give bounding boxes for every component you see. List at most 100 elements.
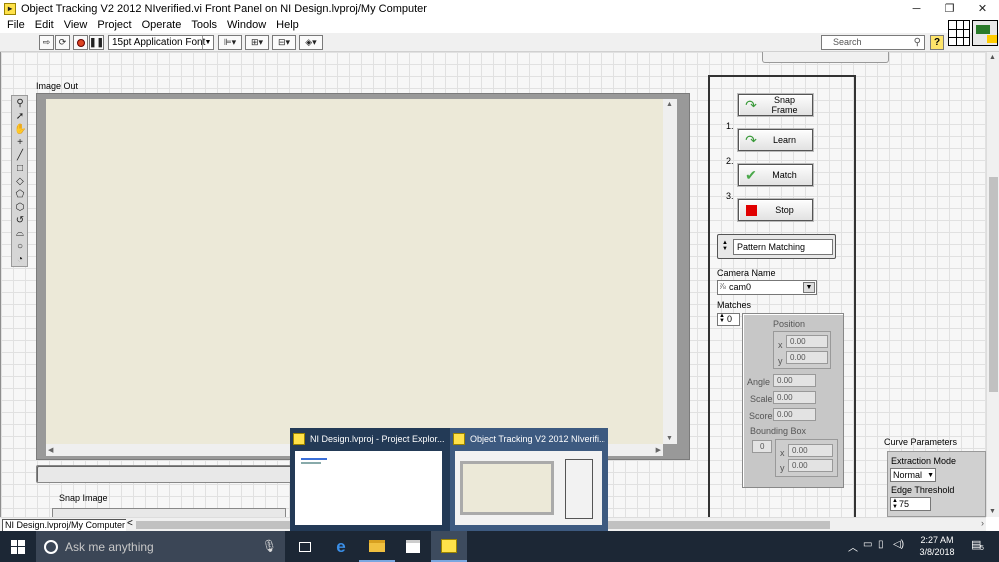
menu-view[interactable]: View xyxy=(59,19,93,31)
run-continuously-icon: ⟳ xyxy=(58,37,67,47)
bbox-y-field: 0.00 xyxy=(788,459,833,472)
window-vertical-scrollbar[interactable]: ▲ ▼ xyxy=(986,52,999,517)
window-title: Object Tracking V2 2012 NIverified.vi Fr… xyxy=(21,2,427,15)
menu-project[interactable]: Project xyxy=(92,19,136,31)
scroll-left-icon[interactable]: ◀ xyxy=(48,446,53,454)
search-input[interactable]: Search ⚲ xyxy=(821,35,925,50)
image-vertical-scrollbar[interactable]: ▲ ▼ xyxy=(663,99,677,444)
toolbar: ⇨ ⟳ ❚❚ 15pt Application Font ▼ ⊫▾ ⊞▾ ⊟▾ ◈… xyxy=(0,33,999,52)
rectangle-tool-icon[interactable]: □ xyxy=(14,163,26,175)
freehand-tool-icon[interactable]: ↺ xyxy=(14,215,26,227)
match-button[interactable]: ✔ Match xyxy=(738,164,813,186)
menu-file[interactable]: File xyxy=(2,19,30,31)
menu-operate[interactable]: Operate xyxy=(137,19,187,31)
scroll-down-icon[interactable]: ▼ xyxy=(989,508,996,515)
start-button[interactable] xyxy=(0,531,36,562)
extraction-mode-select[interactable]: Normal ▼ xyxy=(890,468,936,482)
pause-button[interactable]: ❚❚ xyxy=(89,35,104,50)
vi-icon[interactable] xyxy=(972,20,998,46)
file-explorer-button[interactable] xyxy=(359,531,395,562)
increment-decrement-icon[interactable]: ▲ ▼ xyxy=(720,240,730,253)
thumbnail-title: NI Design.lvproj - Project Explor... xyxy=(310,434,445,444)
scroll-left-icon[interactable]: < xyxy=(127,518,133,529)
show-hidden-icons[interactable]: ︿ xyxy=(848,539,858,554)
camera-name-select[interactable]: ⅞ cam0 ▼ xyxy=(717,280,817,295)
image-out-display[interactable] xyxy=(46,99,663,444)
clock[interactable]: 2:27 AM 3/8/2018 xyxy=(912,534,962,558)
oval-tool-icon[interactable]: ○ xyxy=(14,241,26,253)
score-field: 0.00 xyxy=(773,408,816,421)
pan-tool-icon[interactable]: ✋ xyxy=(14,124,26,136)
resize-objects-button[interactable]: ⊟▾ xyxy=(272,35,296,50)
menu-tools[interactable]: Tools xyxy=(186,19,222,31)
thumbnail-object-tracking[interactable]: Object Tracking V2 2012 NIverifi... xyxy=(450,428,608,531)
menu-edit[interactable]: Edit xyxy=(30,19,59,31)
step-1-label: 1. xyxy=(726,121,734,131)
connector-pane-icon[interactable] xyxy=(948,20,970,46)
store-bag-icon xyxy=(406,540,420,553)
title-bar: ▸ Object Tracking V2 2012 NIverified.vi … xyxy=(0,0,999,17)
store-button[interactable] xyxy=(395,531,431,562)
scroll-right-icon[interactable]: ▶ xyxy=(656,446,661,454)
minimize-button[interactable]: ─ xyxy=(900,0,933,17)
clock-time: 2:27 AM xyxy=(920,535,954,545)
line-tool-icon[interactable]: ╱ xyxy=(14,150,26,162)
reorder-button[interactable]: ◈▾ xyxy=(299,35,323,50)
scale-field: 0.00 xyxy=(773,391,816,404)
abort-button[interactable] xyxy=(73,35,88,50)
close-button[interactable]: ✕ xyxy=(966,0,999,17)
run-continuously-button[interactable]: ⟳ xyxy=(55,35,70,50)
font-selector[interactable]: 15pt Application Font ▼ xyxy=(108,35,214,50)
broken-line-tool-icon[interactable]: ⌓ xyxy=(14,228,26,240)
thumbnail-preview xyxy=(455,451,602,525)
scroll-up-icon[interactable]: ▲ xyxy=(989,54,996,61)
rotated-rectangle-tool-icon[interactable]: ◇ xyxy=(14,176,26,188)
zoom-tool-icon[interactable]: ⚲ xyxy=(14,98,26,110)
increment-decrement-icon[interactable]: ▲ ▼ xyxy=(719,313,725,324)
thumbnail-project-explorer[interactable]: NI Design.lvproj - Project Explor... xyxy=(290,428,448,531)
labview-taskbar-button[interactable] xyxy=(431,531,467,562)
maximize-button[interactable]: ❐ xyxy=(933,0,966,17)
scroll-right-icon[interactable]: › xyxy=(981,518,984,528)
top-control-edge xyxy=(762,52,889,63)
polygon-tool-icon[interactable]: ⬡ xyxy=(14,202,26,214)
restore-icon: ❐ xyxy=(944,3,955,15)
increment-decrement-icon[interactable]: ▲ ▼ xyxy=(892,498,898,510)
distribute-objects-icon: ⊞▾ xyxy=(250,37,264,47)
network-icon[interactable]: ▭ xyxy=(863,539,872,550)
scrollbar-thumb[interactable] xyxy=(989,177,998,392)
annulus-tool-icon[interactable]: ◔ xyxy=(14,254,26,266)
volume-icon[interactable]: ◁) xyxy=(893,539,904,550)
run-button[interactable]: ⇨ xyxy=(39,35,54,50)
pointer-tool-icon[interactable]: ➚ xyxy=(14,111,26,123)
clock-date: 3/8/2018 xyxy=(919,547,955,557)
search-icon: ⚲ xyxy=(913,37,921,48)
microphone-icon[interactable]: 🎙 xyxy=(262,539,277,553)
matches-index[interactable]: ▲ ▼ 0 xyxy=(717,313,740,326)
scroll-up-icon[interactable]: ▲ xyxy=(666,101,673,108)
point-tool-icon[interactable]: + xyxy=(14,137,26,149)
snap-frame-button[interactable]: ↷ Snap Frame xyxy=(738,94,813,116)
edge-browser-button[interactable]: e xyxy=(323,531,359,562)
distribute-objects-button[interactable]: ⊞▾ xyxy=(245,35,269,50)
edge-threshold-value: 75 xyxy=(899,499,910,509)
oval-rotated-tool-icon[interactable]: ⬠ xyxy=(14,189,26,201)
context-help-button[interactable]: ? xyxy=(930,35,944,50)
match-label: Match xyxy=(772,170,797,180)
battery-icon[interactable]: ▯ xyxy=(878,539,884,550)
position-y-field: 0.00 xyxy=(786,351,828,364)
edge-threshold-input[interactable]: ▲ ▼ 75 xyxy=(890,497,931,511)
align-objects-button[interactable]: ⊫▾ xyxy=(218,35,242,50)
menu-help[interactable]: Help xyxy=(271,19,304,31)
menu-window[interactable]: Window xyxy=(222,19,271,31)
menu-bar: File Edit View Project Operate Tools Win… xyxy=(0,17,999,33)
task-view-button[interactable] xyxy=(287,531,323,562)
cortana-search-box[interactable]: Ask me anything 🎙 xyxy=(36,531,285,562)
stop-button[interactable]: Stop xyxy=(738,199,813,221)
mode-ring-control[interactable]: ▲ ▼ Pattern Matching xyxy=(717,234,836,259)
reorder-icon: ◈▾ xyxy=(305,37,317,47)
learn-button[interactable]: ↷ Learn xyxy=(738,129,813,151)
extraction-mode-label: Extraction Mode xyxy=(891,456,957,466)
chevron-down-icon[interactable]: ▼ xyxy=(803,282,815,293)
scroll-down-icon[interactable]: ▼ xyxy=(666,435,673,442)
